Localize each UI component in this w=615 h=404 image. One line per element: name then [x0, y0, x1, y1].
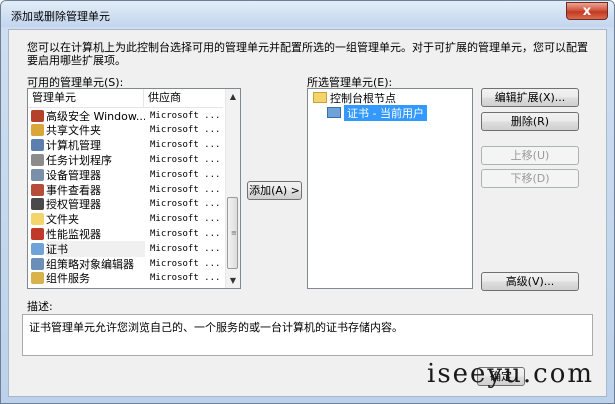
snapin-list-item[interactable]: 组策略对象编辑器 Microsoft ... — [28, 256, 223, 271]
snapin-name: 文件夹 — [46, 213, 79, 227]
description-text: 证书管理单元允许您浏览自己的、一个服务的或一台计算机的证书存储内容。 — [29, 321, 403, 334]
snapin-list-item[interactable]: 共享文件夹 Microsoft ... — [28, 123, 223, 138]
snapin-name: 组策略对象编辑器 — [46, 257, 134, 271]
snapin-vendor: Microsoft ... — [150, 140, 221, 151]
description-label: 描述: — [27, 300, 53, 313]
close-button[interactable]: x — [566, 2, 608, 20]
snapin-list-item[interactable]: 设备管理器 Microsoft ... — [28, 167, 223, 182]
dialog-window: 添加或删除管理单元 x 您可以在计算机上为此控制台选择可用的管理单元并配置所选的… — [0, 0, 615, 404]
available-snapins-list[interactable]: 管理单元 供应商 高级安全 Window... Microsoft ... 共享文件… — [27, 88, 241, 289]
list-scrollbar[interactable]: ▲ ≡ ▼ — [225, 89, 240, 288]
snapin-list-item[interactable]: 高级安全 Window... Microsoft ... — [28, 108, 223, 123]
tree-item-console-root[interactable]: 控制台根节点 — [313, 90, 396, 105]
snapin-vendor: Microsoft ... — [150, 169, 221, 180]
snapin-vendor: Microsoft ... — [150, 110, 221, 121]
snapin-vendor: Microsoft ... — [150, 258, 221, 269]
window-title: 添加或删除管理单元 — [11, 10, 110, 23]
snapin-vendor: Microsoft ... — [150, 243, 221, 254]
performance-icon — [31, 227, 44, 240]
scroll-down-arrow[interactable]: ▼ — [226, 273, 240, 288]
snapin-list-item[interactable]: 组件服务 Microsoft ... — [28, 271, 223, 286]
tree-item-label: 证书 - 当前用户 — [344, 104, 427, 121]
snapin-list-item[interactable]: 授权管理器 Microsoft ... — [28, 197, 223, 212]
certificate-icon — [327, 107, 341, 118]
snapin-vendor: Microsoft ... — [150, 214, 221, 225]
description-box: 证书管理单元允许您浏览自己的、一个服务的或一台计算机的证书存储内容。 — [22, 314, 593, 356]
scroll-thumb[interactable]: ≡ — [227, 197, 238, 269]
advanced-button[interactable]: 高级(V)... — [481, 272, 579, 291]
remove-button[interactable]: 删除(R) — [481, 112, 579, 131]
move-up-button[interactable]: 上移(U) — [481, 146, 579, 165]
clock-icon — [31, 153, 44, 166]
snapin-vendor: Microsoft ... — [150, 184, 221, 195]
snapin-vendor: Microsoft ... — [150, 199, 221, 210]
list-header: 管理单元 供应商 — [28, 89, 223, 108]
snapin-name: 性能监视器 — [46, 227, 101, 241]
group-policy-icon — [31, 257, 44, 270]
firewall-icon — [31, 109, 44, 122]
snapin-vendor: Microsoft ... — [150, 228, 221, 239]
dialog-client-area: 您可以在计算机上为此控制台选择可用的管理单元并配置所选的一组管理单元。对于可扩展… — [8, 29, 607, 397]
event-viewer-icon — [31, 183, 44, 196]
snapin-name: 授权管理器 — [46, 198, 101, 212]
snapin-vendor: Microsoft ... — [150, 125, 221, 136]
edit-extensions-button[interactable]: 编辑扩展(X)... — [481, 88, 579, 107]
snapin-list-item[interactable]: 性能监视器 Microsoft ... — [28, 226, 223, 241]
tree-item-certificates-user[interactable]: 证书 - 当前用户 — [327, 104, 427, 121]
snapin-vendor: Microsoft ... — [150, 273, 221, 284]
authorization-icon — [31, 198, 44, 211]
folder-icon — [313, 92, 327, 103]
snapin-vendor: Microsoft ... — [150, 154, 221, 165]
snapin-list-item[interactable]: 计算机管理 Microsoft ... — [28, 138, 223, 153]
scroll-grip-icon: ≡ — [231, 229, 237, 237]
snapin-list-item[interactable]: 证书 Microsoft ... — [28, 240, 223, 257]
snapin-name: 组件服务 — [46, 272, 90, 286]
shared-folder-icon — [31, 124, 44, 137]
snapin-name: 任务计划程序 — [46, 153, 112, 167]
computer-management-icon — [31, 139, 44, 152]
scroll-up-arrow[interactable]: ▲ — [226, 89, 240, 104]
snapin-name: 事件查看器 — [46, 183, 101, 197]
column-header-vendor[interactable]: 供应商 — [144, 89, 222, 107]
title-bar[interactable]: 添加或删除管理单元 x — [1, 1, 614, 27]
component-services-icon — [31, 272, 44, 285]
snapin-list-item[interactable]: 文件夹 Microsoft ... — [28, 212, 223, 227]
snapin-name: 证书 — [46, 240, 145, 257]
snapin-name: 高级安全 Window... — [46, 109, 145, 123]
tree-item-label: 控制台根节点 — [330, 91, 396, 105]
snapin-list-item[interactable]: 事件查看器 Microsoft ... — [28, 182, 223, 197]
certificate-icon — [31, 242, 44, 255]
column-header-snapin[interactable]: 管理单元 — [28, 89, 144, 107]
watermark-text: iseeyu.com — [427, 359, 594, 389]
snapin-list-item[interactable]: 任务计划程序 Microsoft ... — [28, 152, 223, 167]
add-button[interactable]: 添加(A) > — [247, 181, 302, 200]
intro-text: 您可以在计算机上为此控制台选择可用的管理单元并配置所选的一组管理单元。对于可扩展… — [27, 41, 588, 67]
folder-icon — [31, 213, 44, 226]
selected-snapins-tree[interactable]: 控制台根节点 证书 - 当前用户 — [307, 88, 473, 289]
snapin-name: 共享文件夹 — [46, 124, 101, 138]
snapin-name: 设备管理器 — [46, 168, 101, 182]
move-down-button[interactable]: 下移(D) — [481, 169, 579, 188]
snapin-name: 计算机管理 — [46, 139, 101, 153]
device-manager-icon — [31, 168, 44, 181]
